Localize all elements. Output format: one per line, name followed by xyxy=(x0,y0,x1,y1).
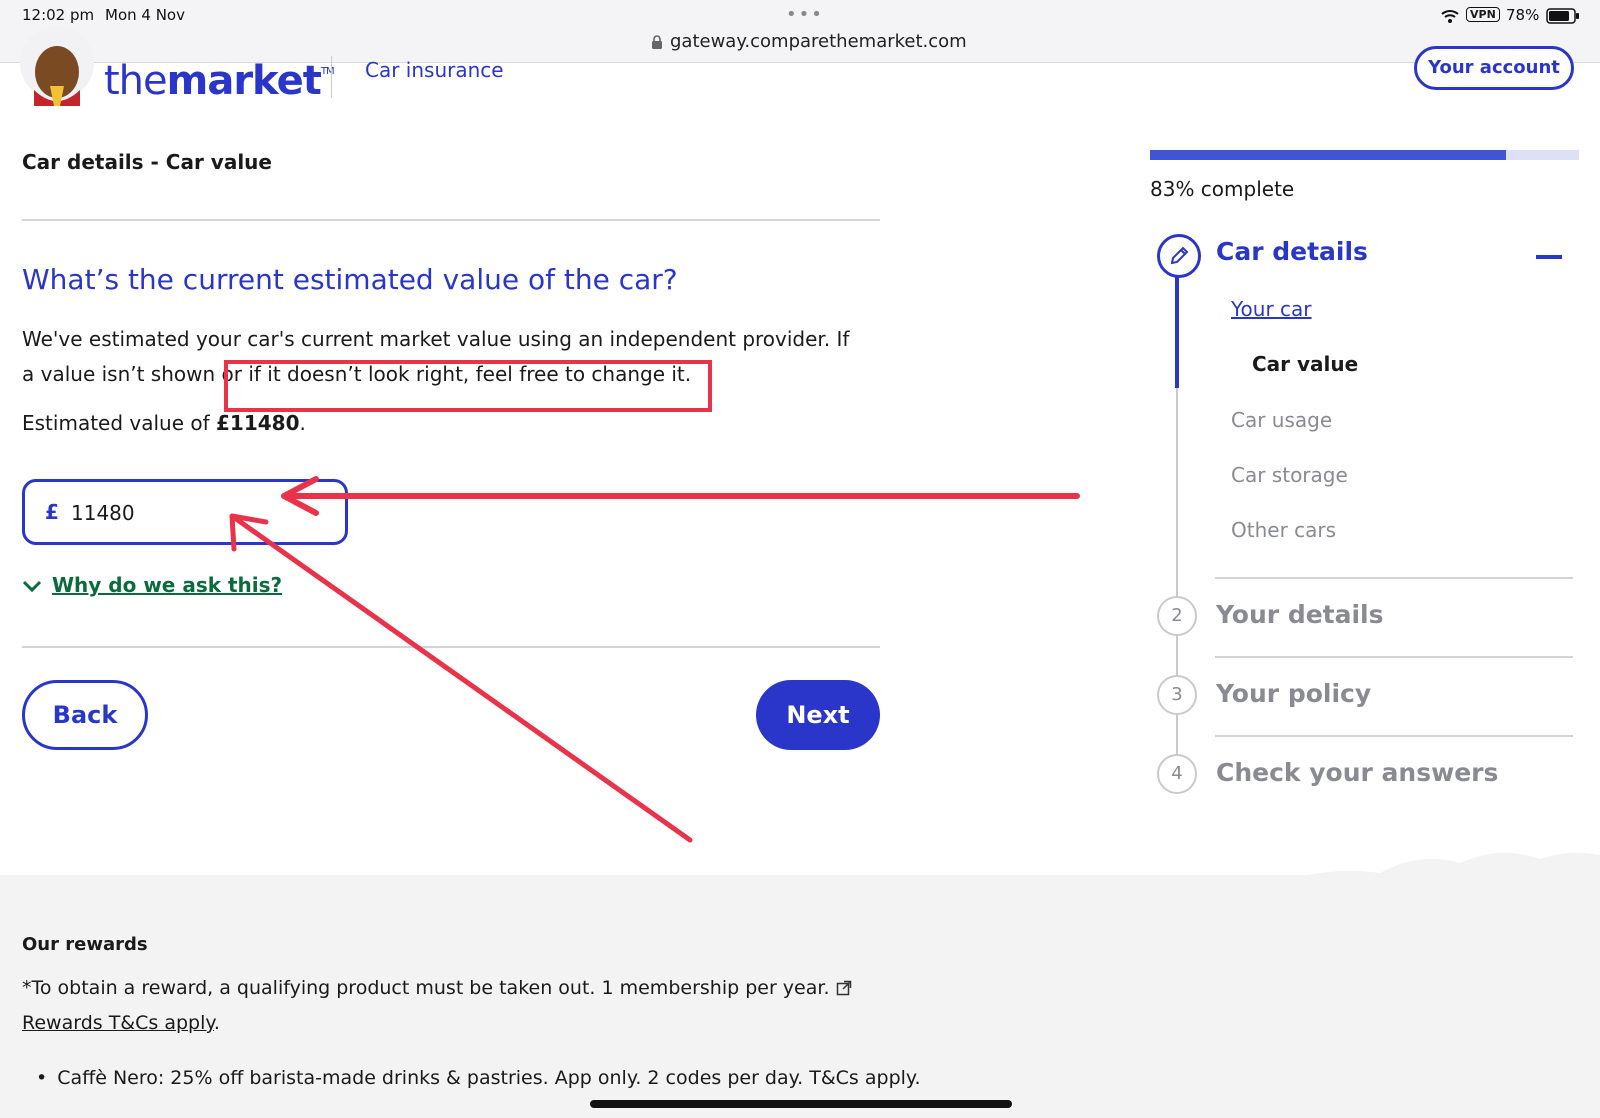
header-divider xyxy=(331,56,332,98)
breadcrumb: Car details - Car value xyxy=(22,150,272,174)
status-date: Mon 4 Nov xyxy=(105,6,185,24)
sidebar-item-your-car[interactable]: Your car xyxy=(1231,297,1312,321)
bullet-text: Caffè Nero: 25% off barista-made drinks … xyxy=(57,1067,921,1089)
sidebar-item-car-usage: Car usage xyxy=(1231,408,1333,432)
home-indicator[interactable] xyxy=(590,1100,1012,1108)
step-check-your-answers: Check your answers xyxy=(1216,758,1499,787)
step-2-number: 2 xyxy=(1157,596,1197,636)
rewards-note-end: . xyxy=(213,1012,220,1034)
estimate-amount: £11480 xyxy=(216,411,300,435)
divider xyxy=(22,219,880,221)
wifi-icon xyxy=(1440,8,1460,28)
step-connector-active xyxy=(1175,268,1179,388)
rewards-note-text: *To obtain a reward, a qualifying produc… xyxy=(22,977,836,999)
chevron-down-icon xyxy=(22,578,42,597)
car-value-input[interactable] xyxy=(69,496,313,530)
product-title: Car insurance xyxy=(365,58,504,82)
progress-bar-fill xyxy=(1150,150,1507,160)
car-value-field[interactable]: £ xyxy=(22,479,348,545)
step-3-number: 3 xyxy=(1157,675,1197,715)
rewards-tcs-link[interactable]: Rewards T&Cs apply xyxy=(22,1012,214,1034)
footer-wave-decoration xyxy=(1270,852,1600,885)
sidebar-item-car-storage: Car storage xyxy=(1231,463,1348,487)
sidebar-item-other-cars: Other cars xyxy=(1231,518,1337,542)
step-your-details: Your details xyxy=(1216,600,1384,629)
next-button[interactable]: Next xyxy=(756,680,880,750)
external-link-icon xyxy=(836,974,852,1007)
battery-percent: 78% xyxy=(1506,6,1540,24)
battery-icon xyxy=(1546,8,1580,28)
step-your-policy: Your policy xyxy=(1216,679,1372,708)
why-do-we-ask-link[interactable]: Why do we ask this? xyxy=(52,573,282,597)
progress-text: 83% complete xyxy=(1150,177,1295,201)
divider xyxy=(22,646,880,648)
currency-symbol: £ xyxy=(45,500,59,524)
estimate-prefix: Estimated value of xyxy=(22,411,217,435)
back-button[interactable]: Back xyxy=(22,680,148,750)
step-divider xyxy=(1215,656,1573,658)
vpn-badge: VPN xyxy=(1466,7,1500,22)
collapse-minus-icon[interactable] xyxy=(1536,255,1562,259)
list-item: • Caffè Nero: 25% off barista-made drinks… xyxy=(36,1067,921,1089)
estimated-value-text: Estimated value of £11480. xyxy=(22,411,306,435)
bullet-dot-icon: • xyxy=(36,1067,48,1089)
step-car-details[interactable]: Car details xyxy=(1216,237,1368,266)
arrow-horizontal xyxy=(281,476,1080,516)
meerkat-logo-icon[interactable] xyxy=(20,20,94,106)
brand-logo[interactable]: themarketTM xyxy=(104,58,335,104)
rewards-note: *To obtain a reward, a qualifying produc… xyxy=(22,972,902,1040)
question-heading: What’s the current estimated value of th… xyxy=(22,263,678,296)
logo-word-the: the xyxy=(104,58,168,104)
status-bar: 12:02 pm Mon 4 Nov ••• gateway.compareth… xyxy=(0,0,1600,63)
arrow-diagonal xyxy=(229,513,693,843)
url-field[interactable]: gateway.comparethemarket.com xyxy=(670,31,967,52)
intro-text: We've estimated your car's current marke… xyxy=(22,327,850,386)
estimate-suffix: . xyxy=(299,411,306,435)
step-divider xyxy=(1215,577,1573,579)
step-4-number: 4 xyxy=(1157,754,1197,794)
rewards-title: Our rewards xyxy=(22,934,148,955)
more-dots-icon[interactable]: ••• xyxy=(786,4,824,25)
logo-word-market: market xyxy=(166,58,322,104)
step-1-edit-icon xyxy=(1157,234,1201,278)
step-divider xyxy=(1215,735,1573,737)
your-account-button[interactable]: Your account xyxy=(1414,46,1574,90)
progress-bar xyxy=(1150,150,1579,160)
lock-icon xyxy=(651,34,663,54)
sidebar-item-car-value: Car value xyxy=(1252,352,1359,376)
why-do-we-ask-toggle[interactable]: Why do we ask this? xyxy=(22,573,282,597)
